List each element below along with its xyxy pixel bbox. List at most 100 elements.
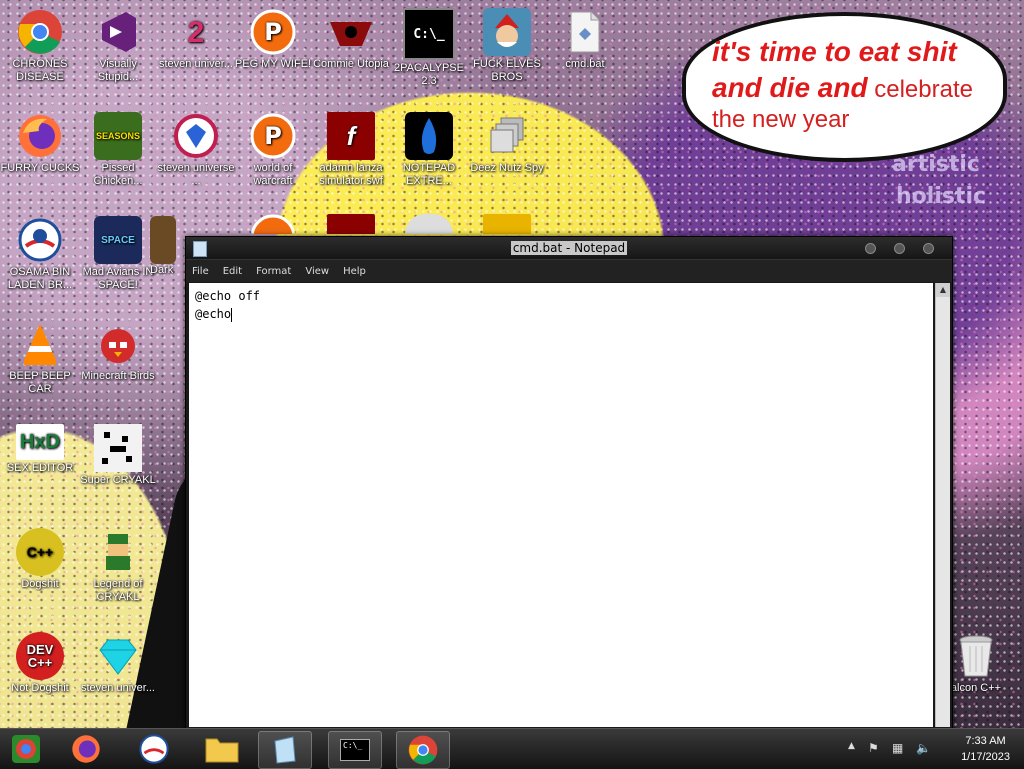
desktop-icon-osama[interactable]: OSAMA BIN LADEN BR... (0, 216, 80, 292)
steven-universe-icon: 2 (187, 15, 205, 49)
menu-edit[interactable]: Edit (223, 266, 242, 277)
desktop-icon-furry[interactable]: FURRY CUCKS (0, 112, 80, 175)
desktop-icon-chrones[interactable]: CHRONES DISEASE (0, 8, 80, 84)
vlc-icon (16, 320, 64, 368)
peggle-icon: P (249, 8, 297, 56)
cmd-icon: C:\_ (340, 739, 370, 761)
desktop-icon-label: world of warcraft (253, 162, 293, 187)
angry-birds-icon: SEASONS (94, 112, 142, 160)
desktop-icon-steven-univer-2[interactable]: steven univer... (78, 632, 158, 695)
dogshit-icon: C++ (16, 528, 64, 576)
gem-icon (172, 112, 220, 160)
dark-icon (150, 216, 176, 264)
desktop-icon-label: Legend of CRYAKL (93, 578, 143, 603)
desktop-icon-steven-univer[interactable]: 2 steven univer... (156, 8, 236, 71)
desktop-icon-visual-studio[interactable]: Visually Stupid... (78, 8, 158, 84)
desktop-icon-label: Super CRYAKL (80, 474, 156, 486)
desktop-icon-not-dogshit[interactable]: DEV C++ Not Dogshit (0, 632, 80, 695)
text-editor[interactable]: @echo off @echo (189, 283, 933, 727)
desktop-icon-minecraft-birds[interactable]: Minecraft Birds (78, 320, 158, 383)
taskbar-notepad[interactable] (258, 731, 312, 769)
desktop-icon-legend-cryakl[interactable]: Legend of CRYAKL (78, 528, 158, 604)
close-button[interactable] (923, 243, 934, 254)
editor-content[interactable]: @echo off @echo (189, 283, 933, 323)
desktop-icon-label: CHRONES DISEASE (12, 58, 68, 83)
desktop-icon-dark[interactable]: Dark (150, 216, 190, 277)
desktop-icon-beep[interactable]: BEEP BEEP CAR (0, 320, 80, 396)
menu-file[interactable]: File (192, 266, 209, 277)
notepad-titlebar[interactable]: cmd.bat - Notepad (186, 237, 952, 259)
action-center-flag-icon[interactable]: ⚑ (868, 741, 879, 755)
desktop-icon-deez-nutz[interactable]: Deez Nutz Spy (467, 112, 547, 175)
desktop-icon-fuck-elves[interactable]: FUCK ELVES BROS (467, 8, 547, 84)
desktop-icon-dn-hidden[interactable] (467, 214, 547, 234)
devcpp-icon: DEV C++ (16, 632, 64, 680)
menu-view[interactable]: View (305, 266, 329, 277)
desktop-icon-adamn-lanza[interactable]: f adamn lanza simulator.swf (311, 112, 391, 188)
desktop-icon-label: Not Dogshit (11, 682, 69, 694)
cmd-icon: C:\_ (403, 8, 455, 60)
flash-icon: f (327, 112, 375, 160)
desktop-icon-2pacalypse[interactable]: C:\_ 2PACALYPSE 2.3 (389, 8, 469, 88)
desktop-icon-peg-my-wife[interactable]: P PEG MY WIFE! (233, 8, 313, 71)
menu-help[interactable]: Help (343, 266, 366, 277)
start-icon (12, 735, 40, 763)
editor-line: @echo off (195, 289, 261, 303)
desktop-icon-label: PEG MY WIFE! (234, 58, 312, 70)
notepad-icon (274, 736, 296, 764)
flash-icon (327, 214, 375, 234)
peggle-icon (249, 214, 297, 234)
firefox-icon (72, 735, 100, 763)
maximize-button[interactable] (894, 243, 905, 254)
desktop-icon-cmd-bat[interactable]: cmd.bat (545, 8, 625, 71)
desktop-icon-notepad-extre[interactable]: NOTEPAD EXTRE... (389, 112, 469, 188)
minecraft-birds-icon (94, 320, 142, 368)
menu-format[interactable]: Format (256, 266, 291, 277)
editor-line: @echo (195, 307, 232, 321)
speech-line-3: the new year (712, 106, 850, 133)
taskbar-explorer[interactable] (196, 731, 248, 767)
desktop-icon-steven-universe[interactable]: steven universe ... (156, 112, 236, 188)
vertical-scrollbar[interactable]: ▲ (935, 283, 950, 727)
volume-icon[interactable]: 🔈 (916, 741, 931, 755)
desktop-icon-label: OSAMA BIN LADEN BR... (7, 266, 73, 291)
desktop-icon-sex-editor[interactable]: HxD SEX EDITOR (0, 424, 80, 475)
window-title: cmd.bat - Notepad (510, 241, 628, 255)
desktop-icon-label: SEX EDITOR (6, 462, 74, 474)
svg-text:P: P (264, 18, 282, 46)
obama-icon (139, 734, 169, 764)
desktop-icon-world-of-warcraft[interactable]: P world of warcraft (233, 112, 313, 188)
minimize-button[interactable] (865, 243, 876, 254)
wallpaper-text-holistic: holistic (896, 184, 987, 209)
desktop-icon-label: Dark (150, 264, 174, 276)
desktop-icon-label: Pissed Chicken... (93, 162, 143, 187)
desktop-icon-commie-utopia[interactable]: Commie Utopia (311, 8, 391, 71)
desktop-icon-mad-avians[interactable]: SPACE Mad Avians IN SPACE! (78, 216, 158, 292)
desktop-icon-dogshit[interactable]: C++ Dogshit (0, 528, 80, 591)
desktop-icon-pepsi-hidden[interactable] (389, 214, 469, 234)
taskbar-obama[interactable] (128, 731, 180, 767)
show-hidden-icons-icon[interactable]: ▲ (848, 741, 855, 751)
notepad-window[interactable]: cmd.bat - Notepad File Edit Format View … (185, 236, 953, 730)
desktop-icon-label: 2PACALYPSE 2.3 (394, 62, 464, 87)
desktop-icon-flash-hidden[interactable] (311, 214, 391, 234)
desktop-icon-peggle-hidden[interactable] (233, 214, 313, 234)
diamond-icon (94, 632, 142, 680)
desktop-icon-label: NOTEPAD EXTRE... (402, 162, 456, 187)
peggle-icon: P (249, 112, 297, 160)
folder-icon (205, 738, 239, 763)
bat-file-icon (561, 8, 609, 56)
speech-line-1: it's time to eat shit (712, 36, 957, 67)
desktop-icon-label: Minecraft Birds (81, 370, 155, 382)
network-icon[interactable]: ▦ (892, 741, 903, 755)
desktop-icon-super-cryakl[interactable]: Super CRYAKL (78, 424, 158, 487)
taskbar-chrome[interactable] (396, 731, 450, 769)
desktop-icon-pissed-chicken[interactable]: SEASONS Pissed Chicken... (78, 112, 158, 188)
taskbar-cmd[interactable]: C:\_ (328, 731, 382, 769)
taskbar-firefox[interactable] (60, 731, 112, 767)
scroll-up-icon[interactable]: ▲ (936, 283, 950, 297)
speech-line-2-thin: celebrate (867, 76, 973, 103)
system-clock[interactable]: 7:33 AM 1/17/2023 (961, 733, 1010, 765)
start-button[interactable] (0, 731, 52, 767)
desktop-icon-label: cmd.bat (565, 58, 605, 70)
